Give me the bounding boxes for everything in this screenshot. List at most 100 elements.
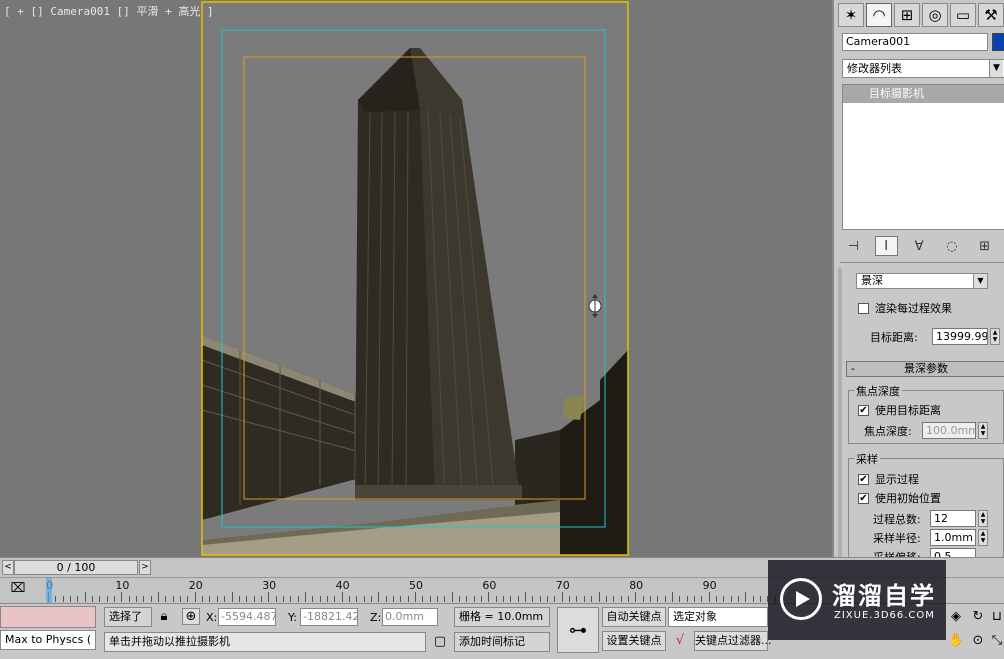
- object-color-swatch[interactable]: [992, 33, 1004, 51]
- key-selection-dropdown[interactable]: 选定对象: [668, 607, 768, 627]
- tower-base: [355, 485, 522, 500]
- frame-tick: [635, 592, 637, 602]
- key-mode-icon[interactable]: √: [670, 633, 690, 648]
- total-passes-value[interactable]: 12: [930, 510, 976, 527]
- create-icon[interactable]: ✶: [838, 3, 864, 27]
- frame-tick: [466, 596, 468, 602]
- target-distance-label: 目标距离:: [870, 331, 918, 344]
- utilities-icon[interactable]: ⚒: [978, 3, 1004, 27]
- frame-tick: [150, 596, 152, 602]
- frame-tick: [620, 596, 622, 602]
- frame-tick: [422, 596, 424, 602]
- prev-frame-button[interactable]: <: [2, 560, 14, 575]
- frame-tick: [429, 596, 431, 602]
- spinner-arrows-icon[interactable]: ▲ ▼: [978, 510, 988, 527]
- use-original-location-checkbox[interactable]: ✔ 使用初始位置: [858, 490, 941, 506]
- show-end-result-icon[interactable]: Ι: [874, 236, 898, 256]
- frame-tick: [216, 596, 218, 602]
- frame-tick: [187, 596, 189, 602]
- y-coordinate-field[interactable]: -18821.42(: [300, 608, 358, 626]
- render-each-pass-checkbox[interactable]: 渲染每过程效果: [858, 300, 952, 316]
- lock-icon[interactable]: 🔒︎: [156, 609, 172, 624]
- frame-tick: [275, 596, 277, 602]
- frame-tick: [576, 596, 578, 602]
- pin-stack-icon[interactable]: ⊣: [842, 236, 865, 256]
- frame-tick: [70, 596, 72, 602]
- checkmark-icon: ✔: [858, 473, 869, 485]
- display-passes-checkbox[interactable]: ✔ 显示过程: [858, 471, 919, 487]
- add-time-tag-button[interactable]: 添加时间标记: [454, 632, 550, 652]
- time-slider-thumb[interactable]: 0 / 100: [14, 560, 138, 575]
- modifier-list-label: 修改器列表: [847, 62, 902, 75]
- object-name-field[interactable]: Camera001: [842, 33, 988, 51]
- frame-tick: [378, 592, 380, 602]
- spinner-arrows-icon[interactable]: ▲ ▼: [978, 529, 988, 546]
- frame-tick: [598, 592, 600, 602]
- viewport-label[interactable]: [ + [] Camera001 [] 平滑 + 高光 ]: [4, 3, 214, 19]
- frame-tick: [737, 596, 739, 602]
- frame-tick: [495, 596, 497, 602]
- next-frame-button[interactable]: >: [139, 560, 151, 575]
- adaptive-degradation-icon[interactable]: ▢: [432, 634, 448, 649]
- modifier-stack[interactable]: 目标摄影机: [842, 84, 1004, 230]
- set-key-icon[interactable]: ⊶: [557, 607, 599, 653]
- make-unique-icon[interactable]: ∀: [908, 236, 931, 256]
- sample-bias-value[interactable]: 0.5: [930, 548, 976, 557]
- spinner-arrows-icon[interactable]: ▲ ▼: [990, 328, 1000, 345]
- frame-tick: [260, 596, 262, 602]
- frame-tick: [613, 596, 615, 602]
- focal-depth-value[interactable]: 100.0mm: [922, 422, 976, 439]
- configure-sets-icon[interactable]: ⊞: [973, 236, 996, 256]
- frame-tick: [686, 596, 688, 602]
- current-frame-marker[interactable]: [46, 578, 52, 603]
- frame-tick: [77, 596, 79, 602]
- display-icon[interactable]: ▭: [950, 3, 976, 27]
- frame-tick: [569, 596, 571, 602]
- multipass-effect-dropdown[interactable]: 景深 ▼: [856, 273, 988, 289]
- auto-key-button[interactable]: 自动关键点: [602, 607, 666, 627]
- frame-tick: [180, 596, 182, 602]
- frame-tick: [517, 596, 519, 602]
- collapse-icon: -: [851, 362, 855, 375]
- orbit-icon[interactable]: ↻: [970, 609, 986, 624]
- parameters-rollout[interactable]: 景深 ▼ 渲染每过程效果 目标距离: 13999.99 ▲ ▼ - 景深参数 焦点…: [838, 268, 1004, 557]
- frame-tick: [114, 596, 116, 602]
- z-coordinate-field[interactable]: 0.0mm: [382, 608, 438, 626]
- transform-mode-icon[interactable]: ⊕: [182, 608, 200, 625]
- stack-item-target-camera[interactable]: 目标摄影机: [843, 85, 1004, 103]
- remove-modifier-icon[interactable]: ◌: [940, 236, 963, 256]
- frame-tick: [715, 596, 717, 602]
- key-filters-button[interactable]: 关键点过滤器...: [694, 631, 772, 651]
- frame-tick: [488, 592, 490, 602]
- frame-tick: [415, 592, 416, 602]
- camera-viewport[interactable]: [ + [] Camera001 [] 平滑 + 高光 ]: [0, 0, 832, 557]
- zoom-extents-icon[interactable]: ◈: [948, 609, 964, 624]
- frame-tick: [642, 596, 644, 602]
- frame-tick-label: 30: [262, 579, 277, 592]
- use-target-distance-checkbox[interactable]: ✔ 使用目标距离: [858, 402, 941, 418]
- maxscript-listener-top[interactable]: [0, 606, 96, 628]
- pan-icon[interactable]: ✋: [948, 633, 964, 648]
- dof-parameters-header[interactable]: - 景深参数: [846, 361, 1004, 377]
- sample-radius-value[interactable]: 1.0mm: [930, 529, 976, 546]
- modify-icon[interactable]: ◠: [866, 3, 892, 27]
- hierarchy-icon[interactable]: ⊞: [894, 3, 920, 27]
- maxscript-listener[interactable]: Max to Physcs (: [0, 630, 96, 650]
- focal-depth-label: 焦点深度:: [864, 425, 912, 438]
- frame-tick: [510, 596, 512, 602]
- motion-icon[interactable]: ◎: [922, 3, 948, 27]
- field-of-view-icon[interactable]: ⊙: [970, 633, 986, 648]
- frame-tick: [92, 596, 94, 602]
- set-key-button[interactable]: 设置关键点: [602, 631, 666, 651]
- rollout-scrollbar[interactable]: [838, 268, 842, 557]
- lock-icon[interactable]: ⊔: [990, 609, 1004, 624]
- frame-tick: [532, 596, 534, 602]
- maximize-viewport-icon[interactable]: ⤡: [990, 633, 1004, 648]
- sampling-group-title: 采样: [854, 451, 880, 467]
- target-distance-value[interactable]: 13999.99: [932, 328, 988, 345]
- mini-curve-editor-icon[interactable]: ⌧: [8, 581, 28, 599]
- focal-depth-group-title: 焦点深度: [854, 383, 902, 399]
- spinner-arrows-icon[interactable]: ▲ ▼: [978, 422, 988, 439]
- modifier-list-dropdown[interactable]: 修改器列表 ▼: [842, 59, 1004, 78]
- x-coordinate-field[interactable]: -5594.487(: [218, 608, 276, 626]
